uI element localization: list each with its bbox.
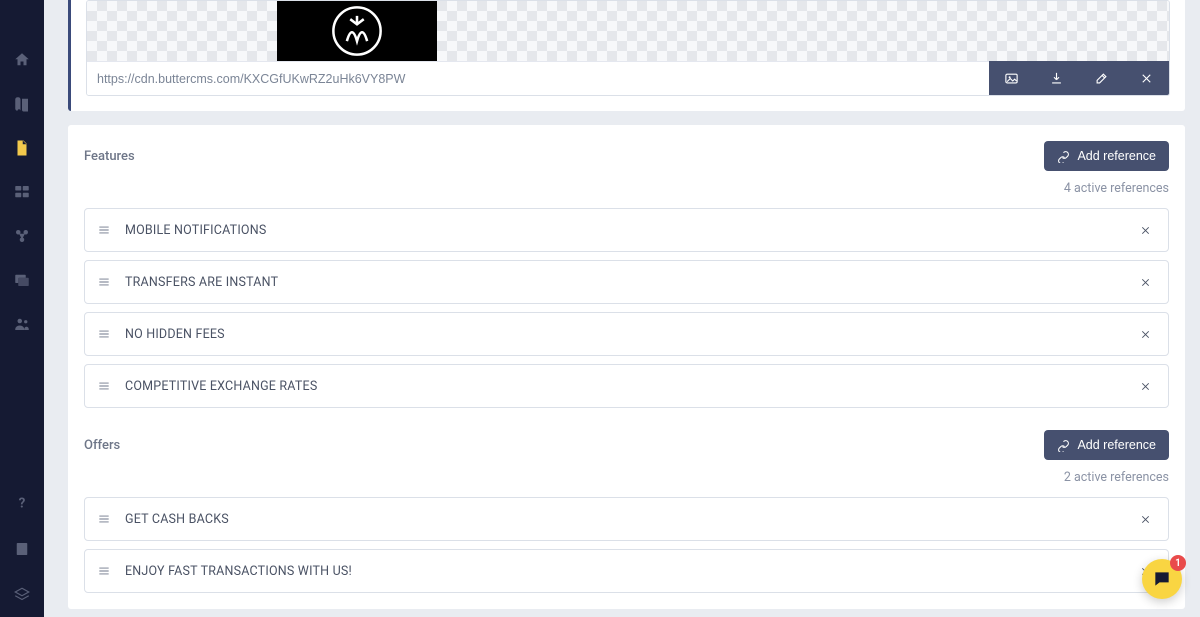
reference-item[interactable]: ENJOY FAST TRANSACTIONS WITH US! [84,549,1169,593]
reference-item[interactable]: NO HIDDEN FEES [84,312,1169,356]
reference-label: TRANSFERS ARE INSTANT [125,275,1134,290]
collections-icon[interactable] [12,182,32,202]
drag-handle-icon[interactable] [97,222,113,238]
blog-icon[interactable] [12,94,32,114]
edit-image-button[interactable] [1079,61,1124,95]
reference-label: GET CASH BACKS [125,512,1134,527]
add-reference-label: Add reference [1077,149,1156,163]
chat-button[interactable]: 1 [1142,559,1182,599]
add-offer-reference-button[interactable]: Add reference [1044,430,1169,460]
drag-handle-icon[interactable] [97,274,113,290]
reference-label: COMPETITIVE EXCHANGE RATES [125,379,1134,394]
reference-label: NO HIDDEN FEES [125,327,1134,342]
features-list: MOBILE NOTIFICATIONS TRANSFERS ARE INSTAN… [84,208,1169,408]
media-thumbnail[interactable] [277,1,437,61]
replace-image-button[interactable] [989,61,1034,95]
link-icon [1057,150,1070,163]
remove-reference-button[interactable] [1134,219,1156,241]
main-content: Features Add reference 4 active referenc… [68,0,1185,609]
media-icon[interactable] [12,270,32,290]
help-icon[interactable]: ? [12,493,32,513]
chat-badge: 1 [1170,555,1186,571]
add-feature-reference-button[interactable]: Add reference [1044,141,1169,171]
reference-item[interactable]: MOBILE NOTIFICATIONS [84,208,1169,252]
add-reference-label: Add reference [1077,438,1156,452]
layers-icon[interactable] [12,585,32,605]
sidebar: ? [0,0,44,617]
media-preview [87,1,1169,61]
download-image-button[interactable] [1034,61,1079,95]
drag-handle-icon[interactable] [97,378,113,394]
content-types-icon[interactable] [12,226,32,246]
reference-label: MOBILE NOTIFICATIONS [125,223,1134,238]
remove-reference-button[interactable] [1134,323,1156,345]
reference-item[interactable]: GET CASH BACKS [84,497,1169,541]
references-panel: Features Add reference 4 active referenc… [68,125,1185,609]
pages-icon[interactable] [12,138,32,158]
offers-title: Offers [84,438,120,453]
drag-handle-icon[interactable] [97,326,113,342]
svg-text:?: ? [19,496,26,512]
docs-icon[interactable] [12,539,32,559]
media-url-input[interactable] [87,61,989,95]
chat-icon [1152,569,1172,589]
remove-reference-button[interactable] [1134,271,1156,293]
offers-list: GET CASH BACKS ENJOY FAST TRANSACTIONS WI… [84,497,1169,593]
home-icon[interactable] [12,50,32,70]
reference-label: ENJOY FAST TRANSACTIONS WITH US! [125,564,1134,579]
drag-handle-icon[interactable] [97,511,113,527]
reference-item[interactable]: TRANSFERS ARE INSTANT [84,260,1169,304]
users-icon[interactable] [12,314,32,334]
offers-active-count: 2 active references [84,470,1169,485]
remove-reference-button[interactable] [1134,508,1156,530]
media-panel [68,0,1185,111]
link-icon [1057,439,1070,452]
features-active-count: 4 active references [84,181,1169,196]
drag-handle-icon[interactable] [97,563,113,579]
features-title: Features [84,149,135,164]
reference-item[interactable]: COMPETITIVE EXCHANGE RATES [84,364,1169,408]
remove-reference-button[interactable] [1134,375,1156,397]
remove-image-button[interactable] [1124,61,1169,95]
